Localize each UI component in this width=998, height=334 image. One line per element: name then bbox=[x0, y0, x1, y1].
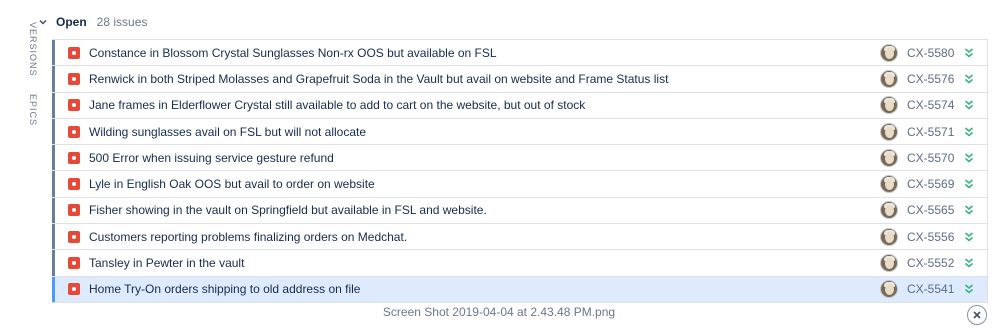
issue-row[interactable]: Home Try-On orders shipping to old addre… bbox=[52, 276, 988, 303]
priority-lowest-icon bbox=[964, 126, 974, 137]
priority-lowest-icon bbox=[964, 74, 974, 84]
issue-key-link[interactable]: CX-5571 bbox=[907, 125, 954, 139]
priority-lowest-icon bbox=[964, 48, 974, 58]
group-title: Open bbox=[56, 15, 87, 29]
issue-summary[interactable]: Customers reporting problems finalizing … bbox=[89, 230, 407, 244]
issue-summary[interactable]: Jane frames in Elderflower Crystal still… bbox=[89, 98, 585, 112]
issue-row[interactable]: Customers reporting problems finalizing … bbox=[52, 224, 988, 251]
assignee-avatar[interactable] bbox=[880, 280, 898, 299]
priority-lowest-icon bbox=[964, 179, 974, 189]
assignee-avatar[interactable] bbox=[880, 254, 898, 273]
priority-lowest-icon bbox=[964, 205, 974, 215]
issue-summary[interactable]: Tansley in Pewter in the vault bbox=[89, 256, 244, 270]
bug-icon bbox=[68, 204, 80, 217]
issue-group-header[interactable]: Open 28 issues bbox=[38, 14, 147, 30]
screenshot-caption: Screen Shot 2019-04-04 at 2.43.48 PM.png bbox=[382, 305, 616, 319]
group-count: 28 issues bbox=[96, 15, 148, 29]
issue-summary[interactable]: Wilding sunglasses avail on FSL but will… bbox=[89, 125, 366, 139]
sidebar-tab-epics[interactable]: EPICS bbox=[18, 94, 38, 126]
bug-icon bbox=[68, 151, 80, 164]
bug-icon bbox=[68, 257, 80, 270]
bug-icon bbox=[68, 46, 80, 59]
bug-icon bbox=[68, 230, 80, 243]
issue-key-link[interactable]: CX-5552 bbox=[907, 256, 954, 270]
issue-key-link[interactable]: CX-5574 bbox=[907, 98, 954, 112]
issue-summary[interactable]: Home Try-On orders shipping to old addre… bbox=[89, 282, 360, 296]
assignee-avatar[interactable] bbox=[880, 175, 898, 194]
bug-icon bbox=[68, 178, 80, 191]
bug-icon bbox=[68, 125, 80, 138]
issue-row[interactable]: Constance in Blossom Crystal Sunglasses … bbox=[52, 40, 988, 67]
issue-key-link[interactable]: CX-5580 bbox=[907, 46, 954, 60]
assignee-avatar[interactable] bbox=[880, 122, 898, 141]
priority-lowest-icon bbox=[964, 258, 974, 268]
issue-row[interactable]: Jane frames in Elderflower Crystal still… bbox=[52, 92, 988, 119]
assignee-avatar[interactable] bbox=[880, 148, 898, 167]
issue-key-link[interactable]: CX-5565 bbox=[907, 203, 954, 217]
assignee-avatar[interactable] bbox=[880, 201, 898, 220]
bug-icon bbox=[68, 99, 80, 112]
assignee-avatar[interactable] bbox=[880, 96, 898, 115]
issue-list: Constance in Blossom Crystal Sunglasses … bbox=[52, 39, 988, 303]
issue-summary[interactable]: 500 Error when issuing service gesture r… bbox=[89, 151, 334, 165]
issue-row[interactable]: Fisher showing in the vault on Springfie… bbox=[52, 197, 988, 225]
priority-lowest-icon bbox=[964, 153, 974, 163]
priority-lowest-icon bbox=[964, 284, 974, 294]
assignee-avatar[interactable] bbox=[880, 43, 898, 62]
assignee-avatar[interactable] bbox=[880, 227, 898, 246]
assignee-avatar[interactable] bbox=[880, 69, 898, 88]
sidebar-tab-versions[interactable]: VERSIONS bbox=[18, 22, 38, 77]
chevron-down-icon[interactable] bbox=[38, 17, 48, 27]
issue-summary[interactable]: Renwick in both Striped Molasses and Gra… bbox=[89, 72, 668, 86]
close-button[interactable] bbox=[967, 305, 987, 325]
issue-key-link[interactable]: CX-5570 bbox=[907, 151, 954, 165]
bug-icon bbox=[68, 72, 80, 85]
issue-key-link[interactable]: CX-5556 bbox=[907, 230, 954, 244]
issue-summary[interactable]: Lyle in English Oak OOS but avail to ord… bbox=[89, 177, 375, 191]
issue-row[interactable]: Tansley in Pewter in the vault CX-5552 bbox=[52, 250, 988, 277]
issue-key-link[interactable]: CX-5541 bbox=[907, 282, 954, 296]
issue-row[interactable]: 500 Error when issuing service gesture r… bbox=[52, 145, 988, 172]
issue-key-link[interactable]: CX-5576 bbox=[907, 72, 954, 86]
bug-icon bbox=[68, 283, 80, 296]
issue-row[interactable]: Renwick in both Striped Molasses and Gra… bbox=[52, 66, 988, 93]
issue-summary[interactable]: Fisher showing in the vault on Springfie… bbox=[89, 203, 487, 217]
issue-row[interactable]: Wilding sunglasses avail on FSL but will… bbox=[52, 118, 988, 146]
priority-lowest-icon bbox=[964, 100, 974, 110]
priority-lowest-icon bbox=[964, 232, 974, 242]
issue-row[interactable]: Lyle in English Oak OOS but avail to ord… bbox=[52, 171, 988, 198]
issue-key-link[interactable]: CX-5569 bbox=[907, 177, 954, 191]
close-icon bbox=[973, 311, 981, 319]
issue-summary[interactable]: Constance in Blossom Crystal Sunglasses … bbox=[89, 46, 497, 60]
